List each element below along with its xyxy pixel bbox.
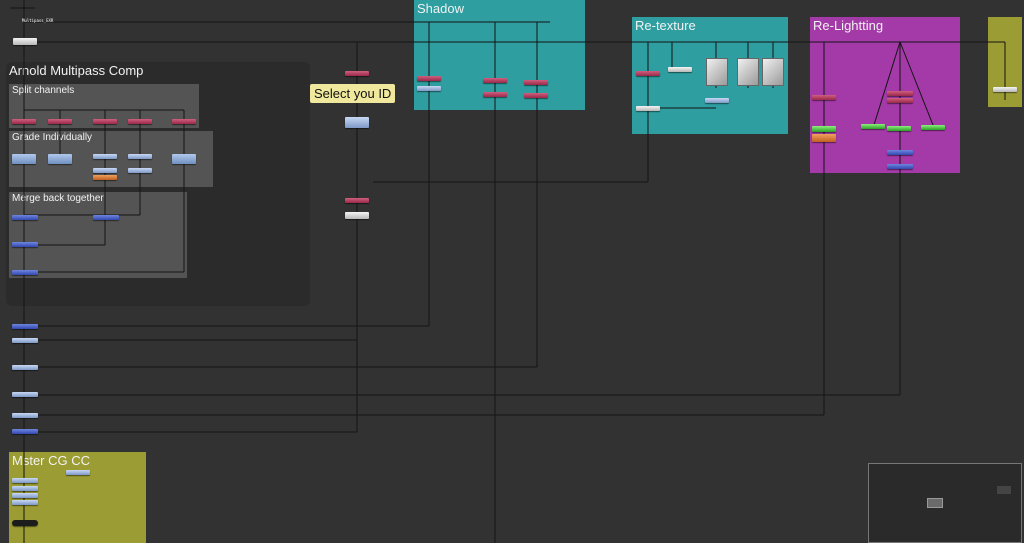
cc-node[interactable] — [12, 493, 38, 498]
id-select-node[interactable] — [345, 212, 369, 219]
grade-node[interactable] — [93, 168, 117, 173]
merge-node[interactable] — [12, 429, 38, 434]
relight-node[interactable] — [861, 124, 885, 129]
retexture-node[interactable] — [668, 67, 692, 72]
shuffle-node[interactable] — [48, 119, 72, 124]
shadow-node[interactable] — [417, 86, 441, 91]
shadow-node[interactable] — [524, 80, 548, 85]
relight-node[interactable] — [812, 95, 836, 100]
relight-node[interactable] — [887, 164, 913, 169]
read-node[interactable] — [13, 38, 37, 45]
read-node-label: Multipass_EXR — [22, 18, 54, 23]
relight-node[interactable] — [887, 126, 911, 131]
merge-node[interactable] — [12, 242, 38, 247]
shadow-node[interactable] — [483, 92, 507, 97]
merge-node[interactable] — [12, 324, 38, 329]
relight-node[interactable] — [921, 125, 945, 130]
shadow-node[interactable] — [483, 78, 507, 83]
texture-thumbnail[interactable] — [737, 58, 759, 86]
merge-node[interactable] — [93, 215, 119, 220]
merge-node[interactable] — [12, 392, 38, 397]
cc-node[interactable] — [12, 478, 38, 483]
shuffle-node[interactable] — [12, 119, 36, 124]
shuffle-node[interactable] — [93, 119, 117, 124]
merge-node[interactable] — [12, 413, 38, 418]
cc-node[interactable] — [66, 470, 90, 475]
relight-node[interactable] — [887, 150, 913, 155]
id-select-node[interactable] — [345, 198, 369, 203]
shuffle-node[interactable] — [128, 119, 152, 124]
relight-node[interactable] — [812, 126, 836, 132]
merge-node[interactable] — [12, 365, 38, 370]
merge-node[interactable] — [12, 338, 38, 343]
merge-node[interactable] — [12, 215, 38, 220]
relight-node[interactable] — [887, 91, 913, 96]
grade-node[interactable] — [93, 175, 117, 180]
shadow-node[interactable] — [417, 76, 441, 81]
shadow-node[interactable] — [524, 93, 548, 98]
shuffle-node[interactable] — [172, 119, 196, 124]
cc-node[interactable] — [12, 486, 38, 491]
relight-node[interactable] — [887, 98, 913, 103]
grade-node[interactable] — [93, 154, 117, 159]
retexture-node[interactable] — [636, 106, 660, 111]
retexture-node[interactable] — [705, 98, 729, 103]
id-select-node[interactable] — [345, 117, 369, 128]
merge-node[interactable] — [12, 270, 38, 275]
texture-thumbnail[interactable] — [706, 58, 728, 86]
olive-node[interactable] — [993, 87, 1017, 92]
grade-node[interactable] — [128, 168, 152, 173]
grade-node[interactable] — [128, 154, 152, 159]
grade-node[interactable] — [12, 154, 36, 164]
sticky-note-select-id[interactable]: Select you ID — [310, 84, 396, 103]
id-select-node[interactable] — [345, 71, 369, 76]
retexture-node[interactable] — [636, 71, 660, 76]
cc-node[interactable] — [12, 500, 38, 505]
grade-node[interactable] — [172, 154, 196, 164]
viewer-node[interactable] — [12, 520, 38, 526]
texture-thumbnail[interactable] — [762, 58, 784, 86]
minimap-cluster — [997, 486, 1011, 494]
grade-node[interactable] — [48, 154, 72, 164]
graph-minimap[interactable] — [868, 463, 1022, 543]
minimap-viewport[interactable] — [927, 498, 943, 508]
node-graph[interactable]: Arnold Multipass Comp Split channels Gra… — [0, 0, 1024, 543]
relight-node[interactable] — [812, 134, 836, 142]
node-connections — [10, 0, 1006, 543]
